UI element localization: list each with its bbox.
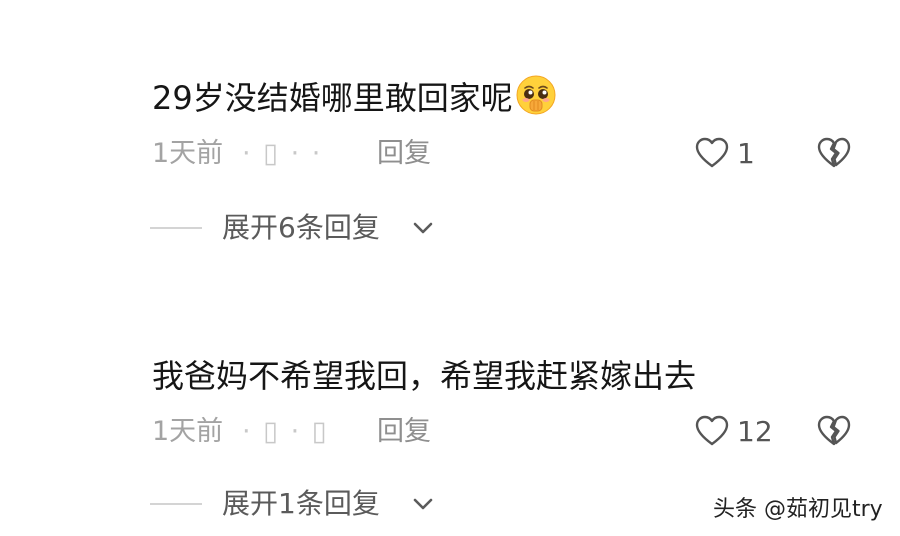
reply-button[interactable]: 回复 xyxy=(377,134,431,174)
divider-line xyxy=(150,503,202,505)
heart-outline-icon xyxy=(695,415,729,446)
chevron-down-icon xyxy=(413,498,433,510)
comment-location-blurred: · ▯ · · xyxy=(242,138,323,169)
like-count: 12 xyxy=(737,415,773,448)
watermark: 头条 @茹初见try xyxy=(713,497,883,522)
comment-text: 29岁没结婚哪里敢回家呢 xyxy=(152,79,513,117)
expand-replies-label: 展开6条回复 xyxy=(222,211,380,244)
chevron-down-icon xyxy=(413,222,433,234)
heart-outline-icon xyxy=(695,137,729,168)
dislike-button[interactable] xyxy=(816,137,852,173)
reply-button[interactable]: 回复 xyxy=(377,412,431,452)
comment-location-blurred: · ▯ · ▯ xyxy=(242,416,329,447)
comment-time: 1天前 xyxy=(152,416,224,447)
broken-heart-icon xyxy=(817,415,851,446)
comment-text-row: 29岁没结婚哪里敢回家呢 xyxy=(152,74,557,120)
pleading-face-emoji xyxy=(515,74,557,116)
divider-line xyxy=(150,227,202,229)
comment-time: 1天前 xyxy=(152,138,224,169)
broken-heart-icon xyxy=(817,137,851,168)
comment-text: 我爸妈不希望我回，希望我赶紧嫁出去 xyxy=(152,357,697,395)
like-count: 1 xyxy=(737,137,755,170)
expand-replies-label: 展开1条回复 xyxy=(222,487,380,520)
dislike-button[interactable] xyxy=(816,415,852,451)
